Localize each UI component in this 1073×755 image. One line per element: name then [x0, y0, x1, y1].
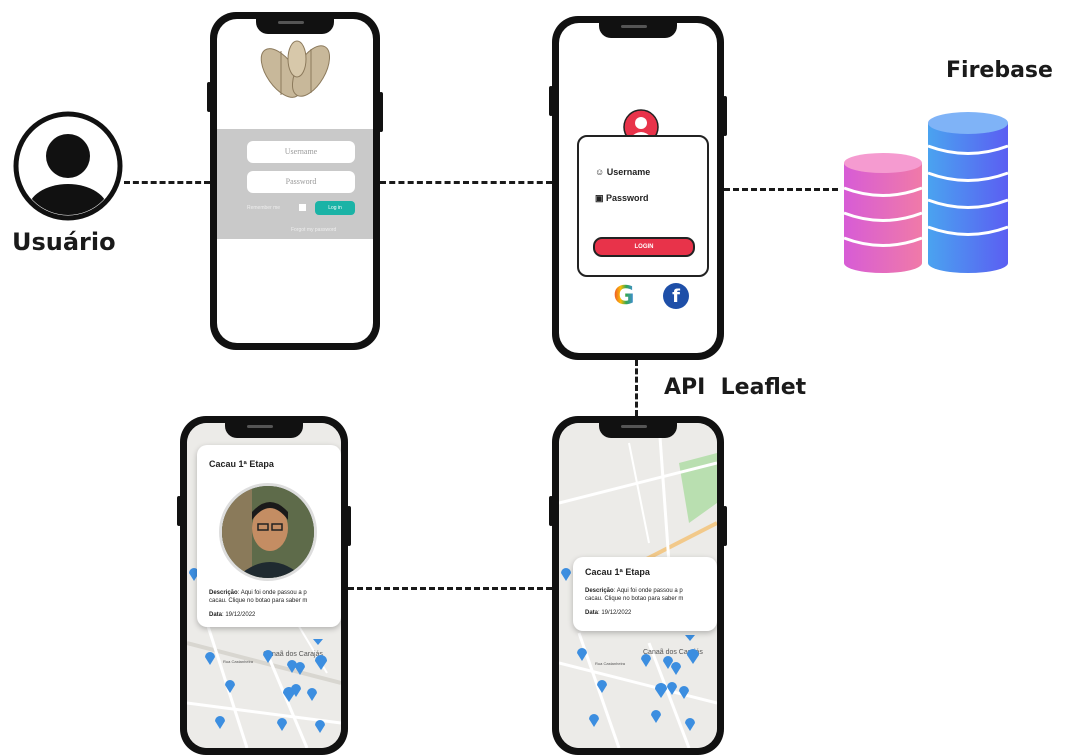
popup-description: Descrição: Aqui foi onde passou a p caca…: [585, 588, 684, 602]
cacao-logo-icon: [251, 37, 343, 103]
map-pin-icon: [671, 662, 681, 675]
map-pin-icon: [315, 655, 327, 670]
firebase-label: Firebase: [946, 58, 1053, 83]
popup-date: Data: 19/12/2022: [209, 612, 256, 618]
map-pin-icon: [561, 568, 571, 581]
remember-label: Remember me: [247, 205, 281, 211]
login-button[interactable]: LOGIN: [593, 237, 695, 257]
map-pin-icon: [315, 720, 325, 733]
map-pin-icon: [589, 714, 599, 727]
popup-description: Descrição: Aqui foi onde passou a p caca…: [209, 590, 308, 604]
user-label: Usuário: [12, 228, 116, 256]
login-card: ☺ Username ▣ Password LOGIN: [577, 135, 709, 277]
map-pin-icon: [263, 650, 273, 663]
password-input[interactable]: Password: [247, 171, 355, 193]
database-icon: [838, 108, 1013, 273]
map-pin-icon: [651, 710, 661, 723]
map-pin-icon: [307, 688, 317, 701]
forgot-password-link[interactable]: Forgot my password: [291, 227, 336, 233]
connector-user-phone1: [124, 181, 210, 184]
login-button[interactable]: Log in: [315, 201, 355, 215]
connector-phone2-phone4: [635, 360, 638, 416]
phone-map-detail: Canaã dos Carajás Rua Castanheira Cacau …: [177, 416, 351, 755]
map-pin-icon: [685, 718, 695, 731]
user-avatar-icon: [12, 110, 124, 222]
map-pin-icon: [685, 635, 695, 641]
api-leaflet-label: API Leaflet: [664, 375, 807, 400]
connector-phone3-phone4: [348, 587, 552, 590]
map-pin-icon: [225, 680, 235, 693]
map-pin-icon: [655, 683, 667, 698]
map-pin-icon: [215, 716, 225, 729]
map-pin-icon: [277, 718, 287, 731]
map-pin-icon: [667, 682, 677, 695]
lock-icon: ▣: [595, 193, 604, 203]
connector-phone2-firebase: [724, 188, 838, 191]
remember-checkbox[interactable]: [299, 204, 306, 211]
map-pin-icon: [641, 654, 651, 667]
facebook-icon[interactable]: f: [663, 283, 689, 309]
google-icon[interactable]: G: [609, 281, 639, 311]
marker-popup: Cacau 1ª Etapa Descrição: Aqui foi onde …: [573, 557, 717, 631]
map-pin-icon: [687, 649, 699, 664]
map-pin-icon: [679, 686, 689, 699]
phone-auth-screen: ☺ Username ▣ Password LOGIN G f: [549, 16, 727, 360]
map-pin-icon: [597, 680, 607, 693]
login-panel: Username Password Remember me Log in For…: [217, 129, 373, 239]
popup-photo: [219, 483, 317, 581]
map-pin-icon: [295, 662, 305, 675]
phone-login-screen: Username Password Remember me Log in For…: [207, 12, 383, 350]
username-field[interactable]: ☺ Username: [595, 167, 650, 177]
marker-popup: Cacau 1ª Etapa Descrição: Aqui foi onde …: [197, 445, 341, 627]
popup-title: Cacau 1ª Etapa: [585, 567, 650, 577]
map-pin-icon: [313, 639, 323, 645]
password-field[interactable]: ▣ Password: [595, 193, 649, 204]
map-pin-icon: [577, 647, 587, 661]
map-pin-icon: [205, 651, 215, 665]
phone-map-popup: Canaã dos Carajás Rua Castanheira Cacau …: [549, 416, 727, 755]
popup-title: Cacau 1ª Etapa: [209, 459, 274, 469]
user-icon: ☺: [595, 167, 605, 177]
connector-phone1-phone2: [380, 181, 552, 184]
popup-date: Data: 19/12/2022: [585, 610, 632, 616]
username-input[interactable]: Username: [247, 141, 355, 163]
